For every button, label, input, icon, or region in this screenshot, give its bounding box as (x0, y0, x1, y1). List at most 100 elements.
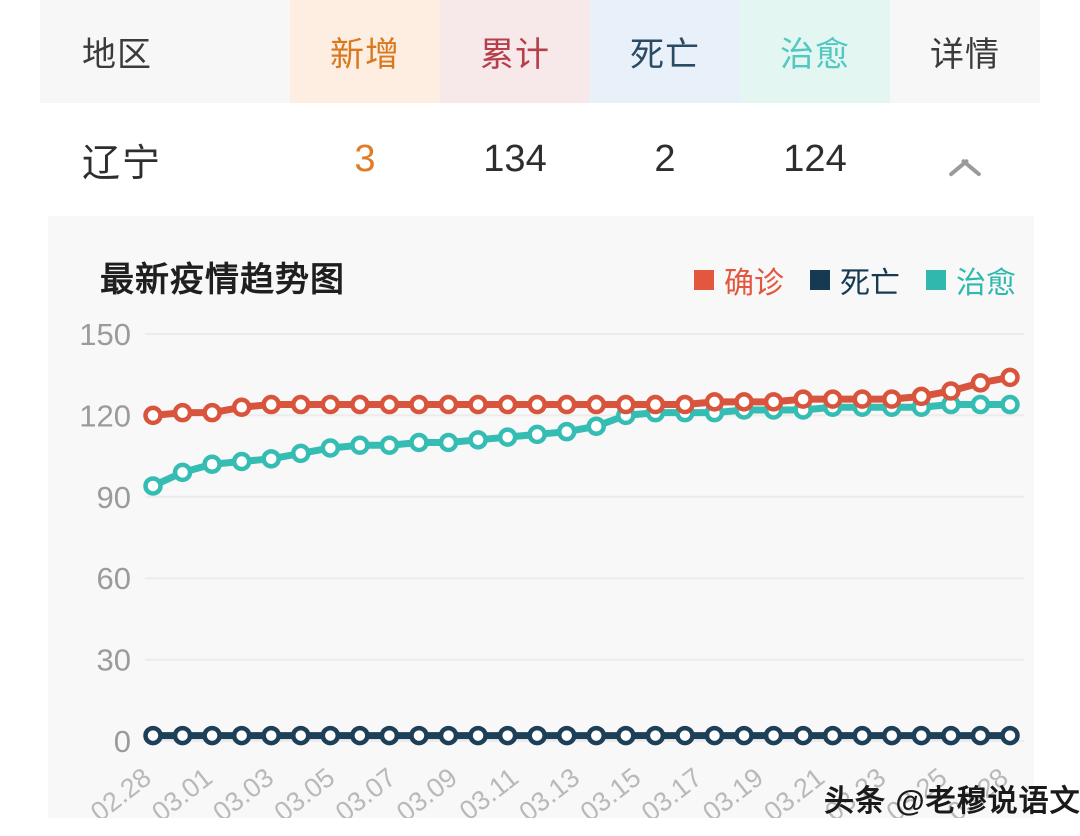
data-point-marker[interactable] (645, 725, 666, 746)
tab-total[interactable]: 累计 (440, 0, 590, 103)
tab-cured[interactable]: 治愈 (740, 0, 890, 103)
data-point-marker[interactable] (261, 449, 281, 469)
data-point-marker[interactable] (261, 394, 281, 415)
data-point-marker[interactable] (379, 725, 400, 746)
data-point-marker[interactable] (793, 725, 813, 746)
tab-detail[interactable]: 详情 (890, 0, 1040, 103)
data-point-marker[interactable] (675, 394, 695, 415)
data-point-marker[interactable] (556, 725, 577, 746)
data-point-marker[interactable] (734, 725, 754, 746)
right-margin (1040, 0, 1080, 818)
table-row[interactable]: 辽宁 3 134 2 124 (40, 103, 1040, 215)
data-point-marker[interactable] (202, 725, 222, 746)
table-header-row: 地区 新增 累计 死亡 治愈 详情 (40, 0, 1040, 103)
data-point-marker[interactable] (320, 725, 341, 746)
data-point-marker[interactable] (527, 725, 547, 746)
tab-new[interactable]: 新增 (290, 0, 440, 103)
data-point-marker[interactable] (616, 725, 636, 746)
data-point-marker[interactable] (675, 725, 695, 746)
data-point-marker[interactable] (379, 435, 400, 455)
tab-new-label: 新增 (330, 36, 400, 74)
data-point-marker[interactable] (527, 394, 547, 415)
data-point-marker[interactable] (350, 725, 370, 746)
data-point-marker[interactable] (941, 381, 961, 401)
data-point-marker[interactable] (291, 443, 311, 464)
x-axis-tick-label: 03.13 (513, 762, 585, 818)
data-point-marker[interactable] (261, 725, 281, 746)
data-point-marker[interactable] (734, 392, 754, 412)
data-point-marker[interactable] (497, 427, 518, 447)
expand-collapse-button[interactable] (890, 103, 1040, 215)
data-point-marker[interactable] (350, 394, 370, 415)
data-point-marker[interactable] (645, 394, 666, 415)
tab-death[interactable]: 死亡 (590, 0, 740, 103)
data-point-marker[interactable] (586, 725, 607, 746)
data-point-marker[interactable] (941, 725, 961, 746)
data-point-marker[interactable] (143, 405, 163, 426)
data-point-marker[interactable] (793, 389, 813, 409)
data-point-marker[interactable] (172, 402, 193, 423)
data-point-marker[interactable] (763, 725, 784, 746)
data-point-marker[interactable] (882, 725, 902, 746)
data-point-marker[interactable] (468, 725, 488, 746)
data-point-marker[interactable] (822, 725, 843, 746)
data-point-marker[interactable] (763, 392, 784, 412)
data-point-marker[interactable] (970, 373, 991, 393)
app-root: 地区 新增 累计 死亡 治愈 详情 辽宁 3 134 2 124 最新疫情趋势图… (0, 0, 1080, 836)
x-axis-tick-label: 03.19 (697, 762, 769, 818)
data-point-marker[interactable] (882, 389, 902, 409)
data-point-marker[interactable] (320, 394, 341, 415)
data-point-marker[interactable] (616, 394, 636, 415)
x-axis-tick-label: 03.15 (575, 762, 647, 818)
data-point-marker[interactable] (438, 432, 459, 453)
data-point-marker[interactable] (350, 435, 370, 455)
data-point-marker[interactable] (556, 421, 577, 442)
data-point-marker[interactable] (1000, 394, 1020, 415)
data-point-marker[interactable] (143, 725, 163, 746)
data-point-marker[interactable] (202, 454, 222, 474)
data-point-marker[interactable] (409, 394, 429, 415)
data-point-marker[interactable] (468, 430, 488, 450)
data-point-marker[interactable] (438, 394, 459, 415)
data-point-marker[interactable] (231, 451, 252, 472)
data-point-marker[interactable] (202, 402, 222, 423)
data-point-marker[interactable] (586, 416, 607, 437)
data-point-marker[interactable] (704, 725, 725, 746)
data-point-marker[interactable] (231, 397, 252, 418)
data-point-marker[interactable] (497, 394, 518, 415)
data-point-marker[interactable] (586, 394, 607, 415)
tab-death-label: 死亡 (630, 36, 700, 74)
data-point-marker[interactable] (379, 394, 400, 415)
tab-region[interactable]: 地区 (40, 0, 290, 103)
data-point-marker[interactable] (291, 725, 311, 746)
new-count: 3 (354, 137, 376, 180)
data-point-marker[interactable] (970, 725, 991, 746)
y-axis-tick-label: 150 (79, 317, 131, 352)
data-point-marker[interactable] (172, 462, 193, 483)
data-point-marker[interactable] (1000, 367, 1020, 388)
data-point-marker[interactable] (911, 725, 932, 746)
data-point-marker[interactable] (556, 394, 577, 415)
data-point-marker[interactable] (231, 725, 252, 746)
data-point-marker[interactable] (438, 725, 459, 746)
data-point-marker[interactable] (704, 392, 725, 412)
data-point-marker[interactable] (409, 432, 429, 453)
data-point-marker[interactable] (852, 725, 872, 746)
data-point-marker[interactable] (291, 394, 311, 415)
data-point-marker[interactable] (527, 424, 547, 445)
data-point-marker[interactable] (143, 476, 163, 496)
data-point-marker[interactable] (1000, 725, 1020, 746)
trend-chart-card: 最新疫情趋势图 确诊 死亡 治愈 0 30 60 90 120 150 02.28 03.01… (48, 216, 1034, 818)
data-point-marker[interactable] (822, 389, 843, 409)
data-point-marker[interactable] (497, 725, 518, 746)
data-point-marker[interactable] (911, 386, 932, 407)
death-count: 2 (654, 137, 676, 180)
data-point-marker[interactable] (320, 438, 341, 458)
data-point-marker[interactable] (852, 389, 872, 409)
chevron-up-icon (946, 147, 984, 171)
data-point-marker[interactable] (970, 394, 991, 415)
data-point-marker[interactable] (468, 394, 488, 415)
y-axis-tick-label: 60 (97, 561, 131, 596)
data-point-marker[interactable] (409, 725, 429, 746)
data-point-marker[interactable] (172, 725, 193, 746)
